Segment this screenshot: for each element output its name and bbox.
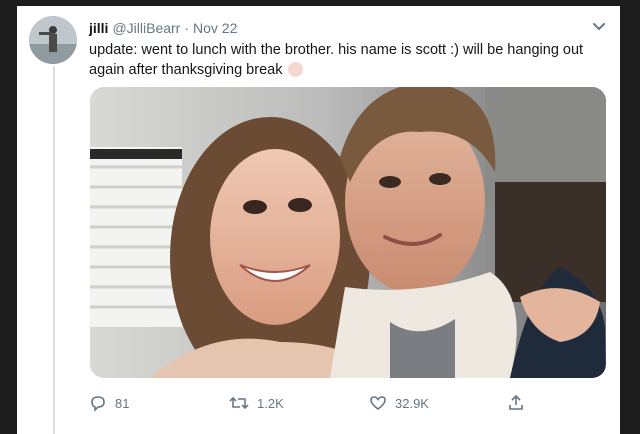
tweet-photo[interactable] <box>90 87 606 378</box>
emoji-icon <box>288 62 304 77</box>
share-icon <box>509 394 523 410</box>
share-button[interactable] <box>507 394 525 412</box>
photo-image <box>90 87 606 378</box>
reply-icon <box>91 396 105 412</box>
like-button[interactable]: 32.9K <box>369 394 429 412</box>
tweet-body: update: went to lunch with the brother. … <box>89 42 584 78</box>
avatar-image <box>29 16 77 64</box>
reply-count: 81 <box>115 395 130 411</box>
tweet-text: update: went to lunch with the brother. … <box>89 40 609 80</box>
chevron-down-icon[interactable] <box>592 22 606 32</box>
retweet-button[interactable]: 1.2K <box>229 394 284 412</box>
avatar[interactable] <box>29 16 77 64</box>
tweet-date[interactable]: Nov 22 <box>193 20 237 36</box>
retweet-icon <box>229 396 249 410</box>
tweet-actions: 81 1.2K 32.9K <box>89 394 529 418</box>
display-name[interactable]: jilli <box>89 20 108 36</box>
user-handle[interactable]: @JilliBearr <box>112 20 180 36</box>
thread-line <box>53 66 55 434</box>
tweet-card[interactable]: jilli @JilliBearr · Nov 22 update: went … <box>17 6 620 434</box>
reply-button[interactable]: 81 <box>89 394 129 412</box>
like-count: 32.9K <box>395 395 429 411</box>
heart-icon <box>370 396 386 410</box>
separator-dot: · <box>184 20 190 36</box>
tweet-header: jilli @JilliBearr · Nov 22 <box>89 20 600 36</box>
retweet-count: 1.2K <box>257 395 284 411</box>
